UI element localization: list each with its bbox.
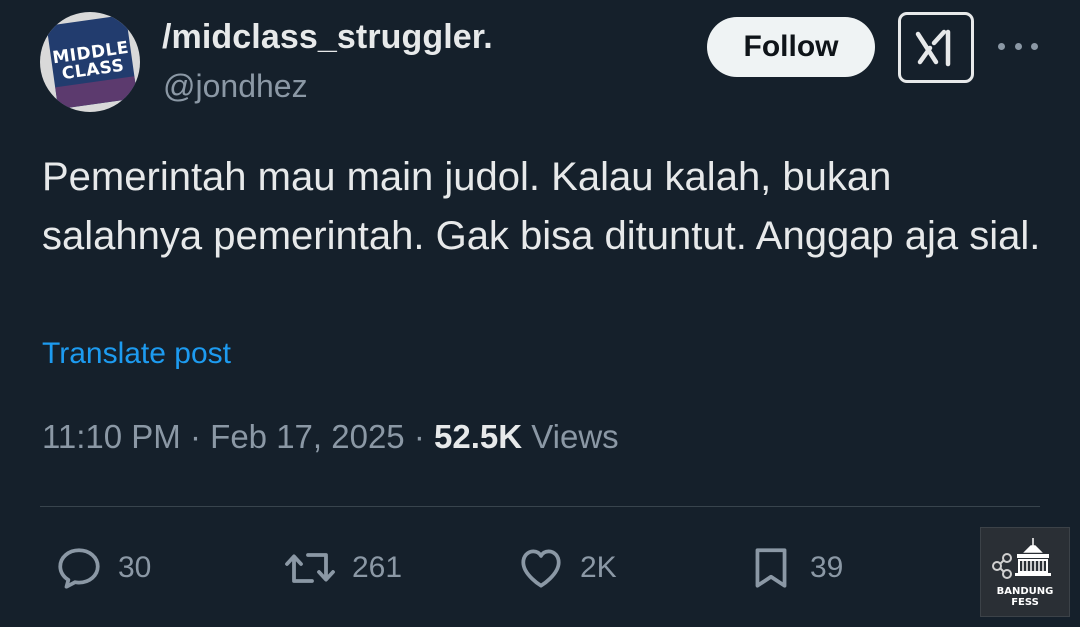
heart-icon [521, 549, 561, 588]
watermark-logo: BANDUNG FESS [980, 527, 1070, 617]
post-meta: 11:10 PM · Feb 17, 2025 · 52.5K Views [42, 418, 619, 456]
watermark-text-line-2: FESS [1011, 597, 1039, 608]
views-label: Views [531, 418, 619, 455]
repost-icon [285, 553, 335, 583]
post-text: Pemerintah mau main judol. Kalau kalah, … [42, 155, 1041, 258]
avatar[interactable]: MIDDLE CLASS [40, 12, 140, 112]
bookmark-button[interactable]: 39 [746, 540, 843, 596]
translate-post-link[interactable]: Translate post [42, 337, 231, 371]
grok-icon [915, 29, 951, 66]
meta-separator: · [413, 418, 434, 455]
watermark-text-line-1: BANDUNG [996, 586, 1054, 597]
views-count: 52.5K [434, 418, 523, 455]
display-name[interactable]: /midclass_struggler. [162, 18, 493, 57]
grok-button[interactable] [898, 12, 974, 83]
bookmark-icon [755, 548, 787, 588]
reply-count: 30 [118, 551, 152, 584]
repost-count: 261 [352, 551, 403, 584]
user-handle[interactable]: @jondhez [163, 68, 308, 105]
like-button[interactable]: 2K [516, 540, 617, 596]
reply-icon [58, 548, 100, 589]
bookmark-count: 39 [810, 551, 844, 584]
repost-button[interactable]: 261 [282, 540, 402, 596]
like-count: 2K [580, 551, 617, 584]
more-horizontal-icon[interactable] [998, 34, 1038, 58]
meta-separator: · [189, 418, 211, 455]
post-date[interactable]: Feb 17, 2025 [210, 418, 405, 455]
tweet-card: MIDDLE CLASS /midclass_struggler. @jondh… [0, 0, 1080, 627]
follow-button[interactable]: Follow [707, 17, 875, 77]
avatar-image: MIDDLE CLASS [46, 14, 138, 110]
share-building-icon [992, 538, 1051, 579]
divider [40, 506, 1040, 507]
post-time[interactable]: 11:10 PM [42, 418, 181, 455]
reply-button[interactable]: 30 [54, 540, 151, 596]
